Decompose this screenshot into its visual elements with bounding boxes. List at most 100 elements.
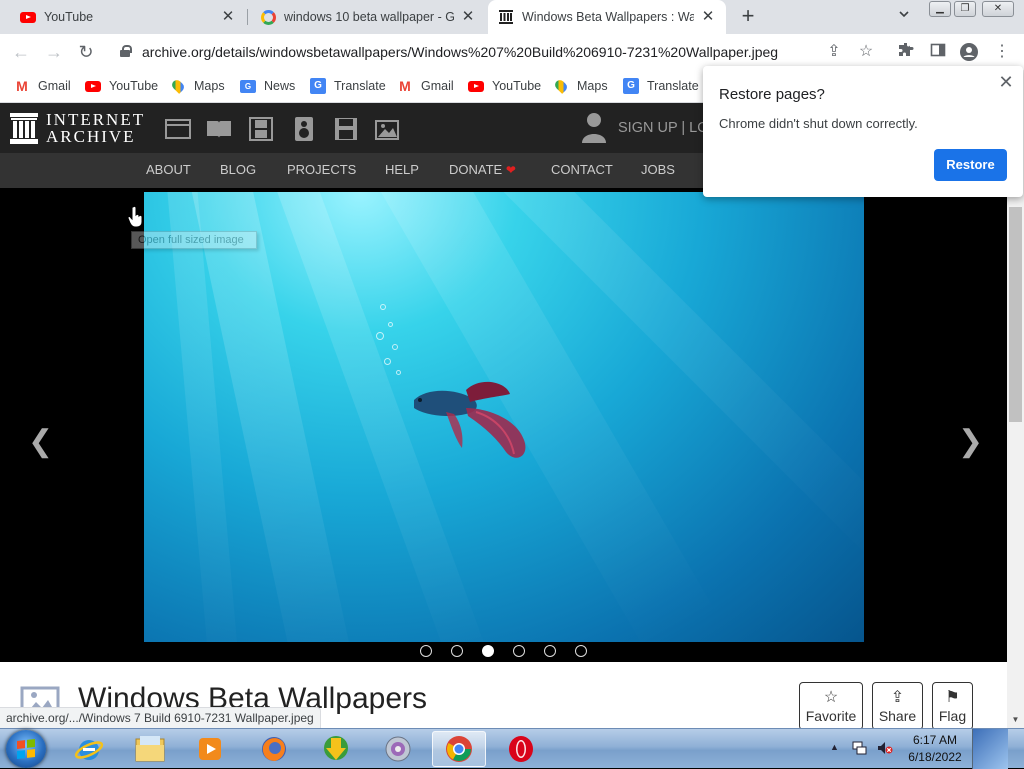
ia-logo-wordmark[interactable]: INTERNET ARCHIVE — [46, 111, 145, 145]
carousel-dot-2[interactable] — [451, 645, 463, 657]
carousel-dot-3[interactable] — [482, 645, 494, 657]
taskbar-dvd-maker[interactable] — [371, 731, 425, 767]
tab-strip: YouTube ✕ windows 10 beta wallpaper - Go… — [0, 0, 1024, 34]
share-button[interactable]: ⇪ Share — [872, 682, 923, 730]
bookmark-translate-2[interactable]: G Translate — [623, 76, 699, 96]
hand-cursor-icon — [128, 206, 143, 228]
heart-icon: ❤ — [505, 163, 516, 177]
side-panel-icon[interactable] — [928, 42, 948, 62]
reload-button[interactable]: ↻ — [74, 40, 98, 64]
software-floppy-icon[interactable] — [333, 117, 359, 141]
youtube-icon — [85, 78, 101, 94]
extensions-puzzle-icon[interactable] — [896, 42, 916, 62]
taskbar-windows-explorer[interactable] — [123, 731, 177, 767]
nav-about[interactable]: ABOUT — [146, 162, 191, 177]
bookmark-label: News — [264, 79, 296, 93]
windows-taskbar: ▲ 6:17 AM 6/18/2022 — [0, 728, 1024, 769]
bookmark-maps-2[interactable]: Maps — [553, 76, 608, 96]
show-desktop-button[interactable] — [972, 729, 1008, 769]
web-icon[interactable] — [165, 117, 191, 141]
taskbar-firefox[interactable] — [247, 731, 301, 767]
carousel-dot-1[interactable] — [420, 645, 432, 657]
taskbar-opera[interactable] — [494, 731, 548, 767]
texts-book-icon[interactable] — [206, 117, 232, 141]
profile-avatar-icon[interactable] — [959, 42, 979, 62]
taskbar-internet-explorer[interactable] — [62, 731, 116, 767]
nav-contact[interactable]: CONTACT — [551, 162, 613, 177]
tab-title: Windows Beta Wallpapers : Wallp — [522, 10, 694, 24]
carousel-dot-6[interactable] — [575, 645, 587, 657]
scroll-down-icon[interactable]: ▼ — [1007, 711, 1024, 728]
wallpaper-image[interactable] — [144, 192, 864, 642]
chrome-menu-icon[interactable]: ⋮ — [992, 42, 1012, 62]
tab-youtube[interactable]: YouTube ✕ — [10, 0, 246, 34]
flag-button[interactable]: ⚑ Flag — [932, 682, 973, 730]
tab-close-icon[interactable]: ✕ — [220, 9, 236, 25]
address-bar[interactable]: archive.org/details/windowsbetawallpaper… — [110, 37, 890, 67]
scroll-thumb[interactable] — [1009, 207, 1022, 422]
internet-explorer-icon — [74, 740, 104, 760]
tab-close-icon[interactable]: ✕ — [460, 9, 476, 25]
share-icon[interactable]: ⇪ — [824, 42, 844, 62]
download-manager-icon — [324, 736, 348, 760]
user-avatar-icon[interactable] — [580, 111, 608, 145]
clock-date[interactable]: 6/18/2022 — [905, 750, 965, 764]
sign-up-login-link[interactable]: SIGN UP | LO — [618, 120, 709, 136]
bookmark-youtube[interactable]: YouTube — [85, 76, 158, 96]
status-bar-url: archive.org/.../Windows 7 Build 6910-723… — [0, 707, 321, 728]
start-button[interactable] — [6, 730, 46, 768]
network-icon[interactable] — [852, 741, 868, 755]
tooltip: Open full sized image — [131, 231, 257, 249]
bookmark-star-icon[interactable]: ☆ — [856, 42, 876, 62]
taskbar-download-manager[interactable] — [309, 731, 363, 767]
new-tab-button[interactable]: + — [736, 5, 760, 29]
bookmark-gmail[interactable]: M Gmail — [14, 76, 71, 96]
media-player-icon — [199, 738, 221, 760]
nav-donate-label: DONATE — [449, 162, 503, 177]
bookmark-gmail-2[interactable]: M Gmail — [397, 76, 454, 96]
internet-archive-logo-icon[interactable] — [10, 113, 38, 145]
nav-projects[interactable]: PROJECTS — [287, 162, 356, 177]
bookmark-label: YouTube — [109, 79, 159, 93]
clock-time[interactable]: 6:17 AM — [905, 733, 965, 747]
bookmark-youtube-2[interactable]: YouTube — [468, 76, 541, 96]
close-window-button[interactable]: ✕ — [982, 1, 1014, 17]
taskbar-google-chrome[interactable] — [432, 731, 486, 767]
news-icon: G — [240, 78, 256, 94]
ia-logo-line1: INTERNET — [46, 110, 146, 129]
nav-blog[interactable]: BLOG — [220, 162, 256, 177]
favorite-button[interactable]: ☆ Favorite — [799, 682, 863, 730]
google-icon — [260, 9, 276, 25]
restore-window-button[interactable]: ❐ — [954, 1, 976, 17]
translate-icon: G — [623, 78, 639, 94]
audio-speaker-icon[interactable] — [291, 117, 317, 141]
lock-icon[interactable] — [120, 45, 132, 57]
restore-button[interactable]: Restore — [934, 149, 1007, 181]
carousel-dot-4[interactable] — [513, 645, 525, 657]
forward-button[interactable]: → — [42, 40, 66, 64]
nav-donate[interactable]: DONATE ❤ — [449, 162, 516, 177]
back-button[interactable]: ← — [9, 40, 33, 64]
nav-jobs[interactable]: JOBS — [641, 162, 675, 177]
url-text[interactable]: archive.org/details/windowsbetawallpaper… — [142, 44, 778, 60]
images-icon[interactable] — [375, 117, 401, 141]
bookmark-news[interactable]: G News — [240, 76, 295, 96]
carousel-prev-icon[interactable]: ❮ — [28, 424, 53, 459]
bookmark-label: Gmail — [38, 79, 71, 93]
minimize-button[interactable]: ▁ — [929, 1, 951, 17]
video-film-icon[interactable] — [248, 117, 274, 141]
tab-search-chevron-icon[interactable] — [895, 8, 913, 26]
show-hidden-icons-icon[interactable]: ▲ — [830, 742, 839, 752]
volume-muted-icon[interactable] — [877, 741, 893, 755]
tab-close-icon[interactable]: ✕ — [700, 9, 716, 25]
carousel-next-icon[interactable]: ❯ — [958, 424, 983, 459]
taskbar-media-player[interactable] — [183, 731, 237, 767]
nav-help[interactable]: HELP — [385, 162, 419, 177]
bookmark-translate[interactable]: G Translate — [310, 76, 386, 96]
tab-google-search[interactable]: windows 10 beta wallpaper - Go ✕ — [250, 0, 486, 34]
tab-internet-archive[interactable]: Windows Beta Wallpapers : Wallp ✕ — [488, 0, 726, 34]
bookmark-maps[interactable]: Maps — [170, 76, 225, 96]
close-icon[interactable]: ✕ — [996, 72, 1016, 92]
gmail-icon: M — [399, 78, 411, 94]
carousel-dot-5[interactable] — [544, 645, 556, 657]
